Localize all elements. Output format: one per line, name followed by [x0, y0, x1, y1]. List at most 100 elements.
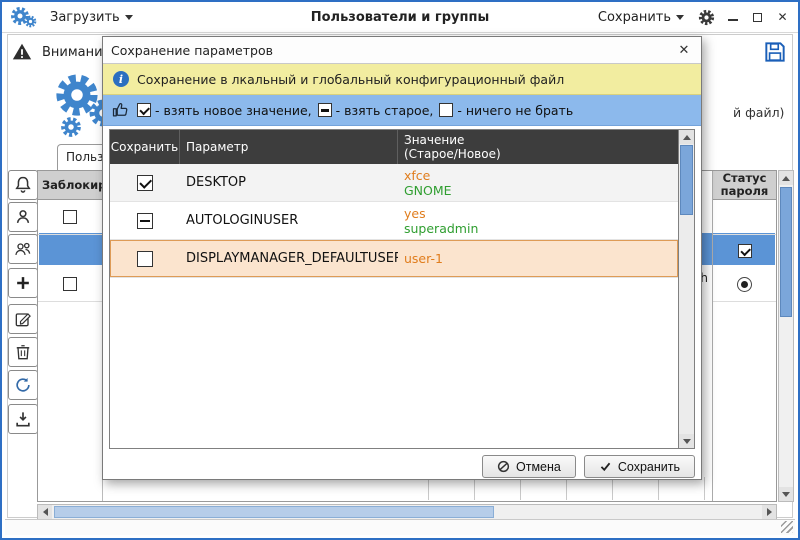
groups-button[interactable]: [8, 234, 38, 264]
legend-text: - взять новое значение,: [155, 103, 312, 118]
status-bar: [5, 519, 795, 535]
save-label: Сохранить: [618, 460, 680, 474]
titlebar: Загрузить Пользователи и группы Сохранит…: [2, 2, 798, 33]
checked-checkbox-icon: [137, 103, 151, 117]
dialog-title: Сохранение параметров: [111, 43, 273, 58]
empty-checkbox-icon: [439, 103, 453, 117]
add-user-button[interactable]: [8, 268, 38, 298]
column-divider: [520, 477, 521, 500]
vertical-scrollbar[interactable]: [778, 170, 794, 502]
download-icon: [13, 409, 33, 429]
download-button[interactable]: [8, 404, 38, 434]
status-checkbox[interactable]: [738, 244, 752, 258]
table-row[interactable]: [38, 200, 102, 235]
status-radio[interactable]: [737, 277, 752, 292]
plus-icon: [13, 273, 33, 293]
save-menu-button[interactable]: Сохранить: [594, 7, 688, 28]
save-button[interactable]: Сохранить: [584, 455, 695, 478]
column-header-password-status: Статус пароля: [713, 171, 776, 200]
dialog-scrollbar-thumb[interactable]: [680, 145, 693, 215]
save-file-button[interactable]: [762, 39, 788, 69]
column-header-save: Сохранить: [110, 130, 180, 164]
parameters-table-main: Сохранить Параметр Значение (Старое/Ново…: [110, 130, 678, 448]
arrow-down-icon: [782, 492, 790, 497]
dialog-close-button[interactable]: ✕: [675, 43, 693, 58]
old-value: yes: [404, 206, 678, 221]
maximize-button[interactable]: [750, 10, 765, 25]
resize-grip[interactable]: [781, 521, 793, 533]
delete-user-button[interactable]: [8, 337, 38, 367]
parameter-name: AUTOLOGINUSER: [180, 213, 398, 228]
header-line: Значение: [404, 133, 464, 147]
column-divider: [474, 477, 475, 500]
arrow-right-icon: [767, 508, 772, 516]
dialog-titlebar: Сохранение параметров ✕: [103, 37, 701, 64]
column-divider: [704, 477, 705, 500]
slashed-circle-icon: [497, 460, 510, 473]
arrow-up-icon: [683, 135, 691, 140]
refresh-button[interactable]: [8, 370, 38, 400]
user-icon: [13, 207, 33, 227]
parameter-row[interactable]: DISPLAYMANAGER_DEFAULTUSER user-1: [110, 240, 678, 278]
load-menu-button[interactable]: Загрузить: [46, 7, 137, 28]
blocked-checkbox[interactable]: [63, 210, 77, 224]
save-parameter-checkbox[interactable]: [137, 175, 153, 191]
scroll-up-button[interactable]: [779, 171, 793, 185]
checkmark-icon: [599, 460, 612, 473]
blocked-checkbox[interactable]: [63, 277, 77, 291]
arrow-up-icon: [782, 176, 790, 181]
new-value: GNOME: [404, 183, 678, 198]
column-divider: [428, 477, 429, 500]
close-icon: ✕: [777, 10, 787, 24]
column-password-status: Статус пароля: [712, 171, 776, 501]
dialog-info-text: Сохранение в лкальный и глобальный конфи…: [137, 72, 564, 87]
horizontal-scrollbar-thumb[interactable]: [54, 506, 494, 518]
table-row[interactable]: [38, 235, 102, 267]
column-blocked: Заблокир: [38, 171, 103, 501]
scroll-down-button[interactable]: [779, 487, 793, 501]
edit-pencil-icon: [13, 309, 33, 329]
table-cell[interactable]: [713, 235, 776, 267]
scroll-down-button[interactable]: [679, 434, 694, 448]
vertical-scrollbar-thumb[interactable]: [780, 187, 792, 317]
legend-text: - взять старое,: [336, 103, 434, 118]
cancel-button[interactable]: Отмена: [482, 455, 576, 478]
save-parameter-checkbox[interactable]: [137, 251, 153, 267]
legend-item-new: - взять новое значение,: [137, 103, 312, 118]
scroll-right-button[interactable]: [762, 505, 776, 519]
parameter-name: DISPLAYMANAGER_DEFAULTUSER: [180, 251, 398, 266]
refresh-icon: [13, 375, 33, 395]
dialog-info-bar: i Сохранение в лкальный и глобальный кон…: [103, 64, 701, 95]
parameter-row[interactable]: DESKTOP xfce GNOME: [110, 164, 678, 202]
minimize-button[interactable]: [725, 10, 740, 25]
table-cell[interactable]: [713, 267, 776, 302]
edit-user-button[interactable]: [8, 304, 38, 334]
notifications-button[interactable]: [8, 170, 38, 200]
horizontal-scrollbar[interactable]: [37, 504, 777, 520]
parameter-row[interactable]: AUTOLOGINUSER yes superadmin: [110, 202, 678, 240]
maximize-icon: [753, 13, 762, 22]
scroll-left-button[interactable]: [38, 505, 52, 519]
app-logo-gears-icon: [10, 5, 40, 29]
settings-gear-icon[interactable]: [698, 9, 715, 26]
chevron-down-icon: [125, 15, 133, 20]
legend-text: - ничего не брать: [457, 103, 573, 118]
info-circle-icon: i: [113, 71, 129, 87]
app-window: Загрузить Пользователи и группы Сохранит…: [0, 0, 800, 540]
column-divider: [566, 477, 567, 500]
chevron-down-icon: [676, 15, 684, 20]
warning-triangle-icon: [10, 41, 34, 63]
column-divider: [612, 477, 613, 500]
table-row[interactable]: [38, 267, 102, 302]
column-header-blocked: Заблокир: [38, 171, 102, 200]
new-value: superadmin: [404, 221, 678, 236]
save-parameter-checkbox[interactable]: [137, 213, 153, 229]
scroll-up-button[interactable]: [679, 130, 694, 144]
table-cell: [713, 200, 776, 235]
close-button[interactable]: ✕: [775, 10, 790, 25]
new-value: user-1: [404, 251, 678, 266]
user-account-button[interactable]: [8, 202, 38, 232]
dialog-vertical-scrollbar[interactable]: [678, 130, 694, 448]
parameter-values: user-1: [398, 251, 678, 266]
trash-icon: [13, 342, 33, 362]
